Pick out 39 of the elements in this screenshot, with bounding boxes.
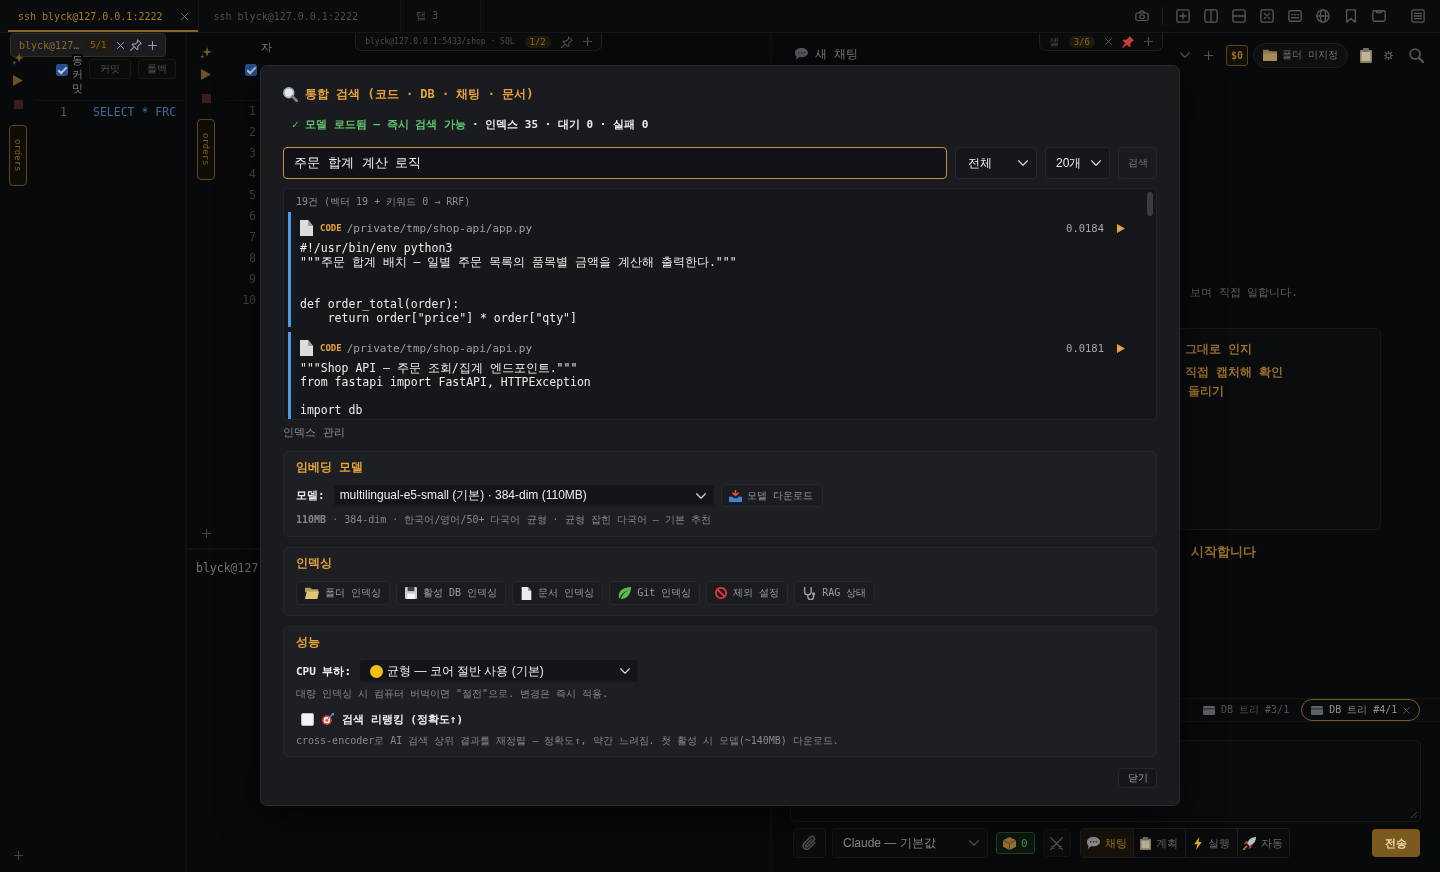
hint-text: 대량 인덱싱 시 컴퓨터 버벅이면 "절전"으로. 변경은 즉시 적용. [296, 688, 610, 700]
score: 0.0181 [1066, 342, 1104, 354]
field-label: 모델: [296, 488, 325, 503]
list-item: 직접 캡처해 확인 [1185, 364, 1285, 380]
pane-counter: 3/6 [1068, 35, 1095, 48]
model-status: ✓ 모델 로드됨 — 즉시 검색 가능 [292, 117, 466, 133]
package-count: 0 [1021, 836, 1028, 850]
file-path: /private/tmp/shop-api/api.py [346, 341, 533, 355]
auto-commit-label: 동커밋 [72, 54, 83, 96]
list-item: 돌리기 [1188, 383, 1225, 399]
cost-amount: $0 [1225, 44, 1248, 66]
results-summary: 19건 (벡터 19 + 키워드 0 → RRF) [295, 195, 472, 208]
line-number: 1 [60, 105, 67, 119]
section-label: 인덱스 관리 [283, 426, 346, 439]
model-details: 110MB · 384-dim · 한국어/영어/50+ 다국어 균형 · 균형 잡힌 다국어 — 기본 추천 [296, 514, 712, 526]
file-path: /private/tmp/shop-api/app.py [346, 221, 533, 235]
index-stats: · 인덱스 35 · 대기 0 · 실패 0 [472, 117, 649, 133]
line-number: 10 [242, 292, 256, 309]
list-item: 그대로 인지 [1185, 341, 1254, 357]
auto-commit-label: 자 [261, 41, 272, 55]
pane-counter: 5/1 [85, 39, 112, 51]
section-title: 임베딩 모델 [296, 461, 365, 473]
chat-title: 새 채팅 [815, 45, 859, 63]
type-label: CODE [320, 343, 342, 353]
code-line: SELECT * FRC [93, 105, 177, 119]
pane-counter: 1/2 [524, 35, 551, 48]
chat-message: 보며 직접 일합니다. [1190, 286, 1298, 300]
code-snippet: """Shop API — 주문 조회/집계 엔드포인트.""" from fastapi import FastAPI, HTTPException import db [300, 361, 592, 417]
hint-text: cross-encoder로 AI 검색 상위 결과를 재정렬 — 정확도↑, 약간 느려짐. 첫 활성 시 모델(~140MB) 다운로드. [296, 735, 840, 746]
field-label: CPU 부하: [296, 663, 352, 679]
score: 0.0184 [1066, 222, 1104, 234]
terminal-prompt: blyck@127 [196, 561, 259, 575]
type-label: CODE [320, 223, 342, 233]
message-heading: 시작합니다 [1191, 544, 1256, 560]
section-title: 인덱싱 [296, 557, 333, 569]
section-title: 성능 [296, 636, 321, 648]
checkbox-label: 검색 리랭킹 (정확도↑) [342, 711, 464, 727]
dialog-title: 통합 검색 (코드 · DB · 채팅 · 문서) [305, 86, 534, 102]
code-snippet: #!/usr/bin/env python3 """주문 합계 배치 — 일별 주문 목록의 품목별 금액을 계산해 출력한다.""" def order_total(order): return order["price"] * order["qty"] [300, 241, 738, 325]
